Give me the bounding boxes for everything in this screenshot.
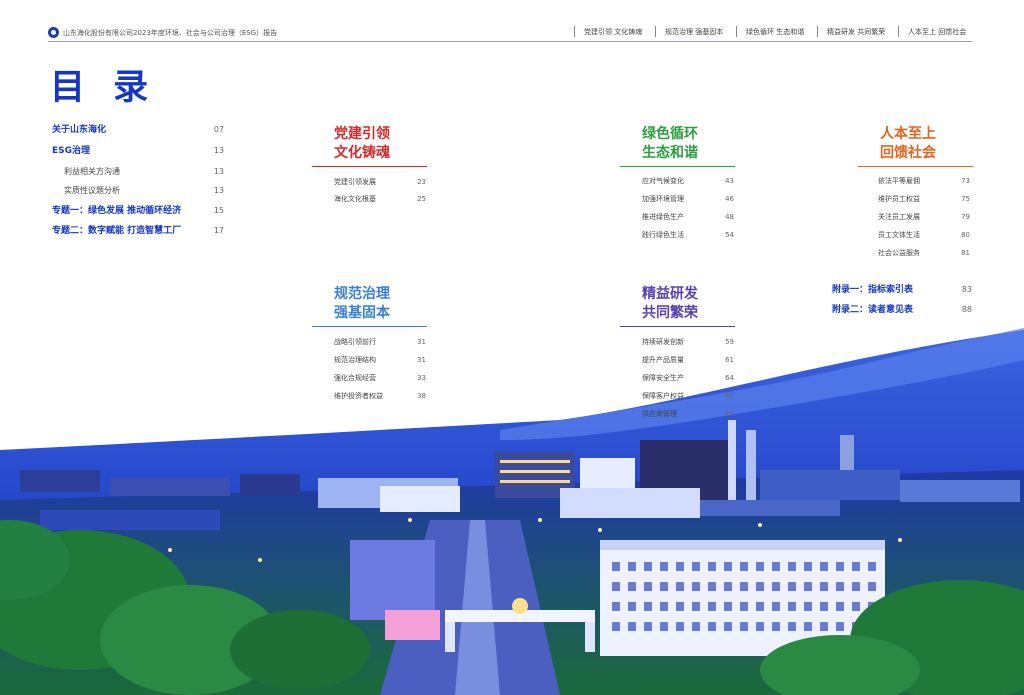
toc-label: 持续研发创新 xyxy=(642,338,684,346)
toc-page: 38 xyxy=(417,392,426,400)
toc-page: 15 xyxy=(213,206,224,215)
section-number: 1 xyxy=(281,117,314,175)
toc-label: 依法平等雇佣 xyxy=(878,177,920,185)
toc-page: 64 xyxy=(725,374,734,382)
section-underline xyxy=(620,166,735,167)
section-1-header[interactable]: 1 党建引领 文化铸魂 xyxy=(281,117,432,184)
section-title-line2: 强基固本 xyxy=(334,305,390,321)
toc-label: 提升产品质量 xyxy=(642,356,684,364)
toc-label: 强化合规经营 xyxy=(334,374,376,382)
header-divider xyxy=(48,41,972,42)
toc-label: 社会公益服务 xyxy=(878,249,920,257)
toc-page: 23 xyxy=(417,178,426,186)
section-title-line2: 共同繁荣 xyxy=(642,305,698,321)
nav-tab-3[interactable]: 绿色循环 生态和谐 xyxy=(736,26,804,37)
toc-label: 关于山东海化 xyxy=(52,125,107,135)
toc-label: ESG治理 xyxy=(52,146,91,156)
section-underline xyxy=(620,326,735,327)
section-number: 2 xyxy=(281,277,314,335)
toc-page: 31 xyxy=(417,338,426,346)
toc-page: 43 xyxy=(725,177,734,185)
report-title: 山东海化股份有限公司2023年度环境、社会与公司治理（ESG）报告 xyxy=(63,29,278,37)
toc-label: 专题二：数字赋能 打造智慧工厂 xyxy=(52,226,182,236)
toc-label: 维护投资者权益 xyxy=(334,392,383,400)
toc-label: 维护员工权益 xyxy=(878,195,920,203)
toc-label: 附录二：读者意见表 xyxy=(832,305,914,315)
toc-label: 专题一：绿色发展 推动循环经济 xyxy=(52,206,182,216)
toc-label: 践行绿色生活 xyxy=(642,231,684,239)
page-title: 目 录 xyxy=(50,68,157,108)
section-title-line2: 回馈社会 xyxy=(880,145,936,161)
toc-label: 附录一：指标索引表 xyxy=(832,285,914,295)
toc-page: 83 xyxy=(961,285,972,294)
section-title-line1: 精益研发 xyxy=(642,286,698,302)
section-number: 5 xyxy=(827,117,860,175)
section-underline xyxy=(858,166,973,167)
section-2-header[interactable]: 2 规范治理 强基固本 xyxy=(281,277,432,344)
toc-page: 25 xyxy=(417,195,426,203)
toc-page: 88 xyxy=(961,305,972,314)
toc-page: 61 xyxy=(725,356,734,364)
section-title-line1: 绿色循环 xyxy=(642,126,698,142)
toc-page: 81 xyxy=(961,249,970,257)
toc-page: 46 xyxy=(725,195,734,203)
toc-page: 33 xyxy=(417,374,426,382)
nav-tab-2[interactable]: 规范治理 强基固本 xyxy=(655,26,723,37)
toc-label: 关注员工发展 xyxy=(878,213,920,221)
nav-tab-4[interactable]: 精益研发 共同繁荣 xyxy=(817,26,885,37)
section-number: 3 xyxy=(589,117,622,175)
toc-page: 75 xyxy=(961,195,970,203)
toc-label: 保障安全生产 xyxy=(642,374,684,382)
section-underline xyxy=(312,326,427,327)
toc-label: 海化文化根基 xyxy=(334,195,376,203)
toc-page: 80 xyxy=(961,231,970,239)
section-title-line2: 文化铸魂 xyxy=(334,145,390,161)
nav-tab-1[interactable]: 党建引领 文化铸魂 xyxy=(574,26,642,37)
toc-page: 59 xyxy=(725,338,734,346)
toc-label: 战略引领前行 xyxy=(334,338,376,346)
section-number: 4 xyxy=(589,277,622,335)
toc-page: 54 xyxy=(725,231,734,239)
section-title-line2: 生态和谐 xyxy=(642,145,698,161)
header-bar: 山东海化股份有限公司2023年度环境、社会与公司治理（ESG）报告 党建引领 文… xyxy=(0,24,1024,42)
section-title-line1: 规范治理 xyxy=(334,286,390,302)
toc-label: 供应商管理 xyxy=(642,410,677,418)
toc-page: 13 xyxy=(213,167,224,176)
toc-page: 17 xyxy=(213,226,224,235)
toc-label: 利益相关方沟通 xyxy=(64,167,120,176)
toc-page: 31 xyxy=(417,356,426,364)
toc-label: 保障客户权益 xyxy=(642,392,684,400)
toc-page: 13 xyxy=(213,186,224,195)
company-logo-icon xyxy=(48,27,59,38)
toc-page: 69 xyxy=(725,410,734,418)
toc-page: 07 xyxy=(213,125,224,134)
toc-page: 48 xyxy=(725,213,734,221)
toc-label: 加强环境管理 xyxy=(642,195,684,203)
section-underline xyxy=(312,166,427,167)
toc-label: 应对气候变化 xyxy=(642,177,684,185)
toc-label: 员工文体生活 xyxy=(878,231,920,239)
section-4-header[interactable]: 4 精益研发 共同繁荣 xyxy=(589,277,740,344)
section-5-header[interactable]: 5 人本至上 回馈社会 xyxy=(827,117,978,184)
toc-label: 规范治理结构 xyxy=(334,356,376,364)
toc-page: 73 xyxy=(961,177,970,185)
section-title-line1: 人本至上 xyxy=(880,126,936,142)
toc-label: 推进绿色生产 xyxy=(642,213,684,221)
nav-tab-5[interactable]: 人本至上 回馈社会 xyxy=(898,26,966,37)
toc-page: 79 xyxy=(961,213,970,221)
toc-label: 党建引领发展 xyxy=(334,178,376,186)
section-title-line1: 党建引领 xyxy=(334,126,390,142)
toc-page: 67 xyxy=(725,392,734,400)
toc-label: 实质性议题分析 xyxy=(64,186,120,195)
toc-page: 13 xyxy=(213,146,224,155)
section-3-header[interactable]: 3 绿色循环 生态和谐 xyxy=(589,117,740,184)
